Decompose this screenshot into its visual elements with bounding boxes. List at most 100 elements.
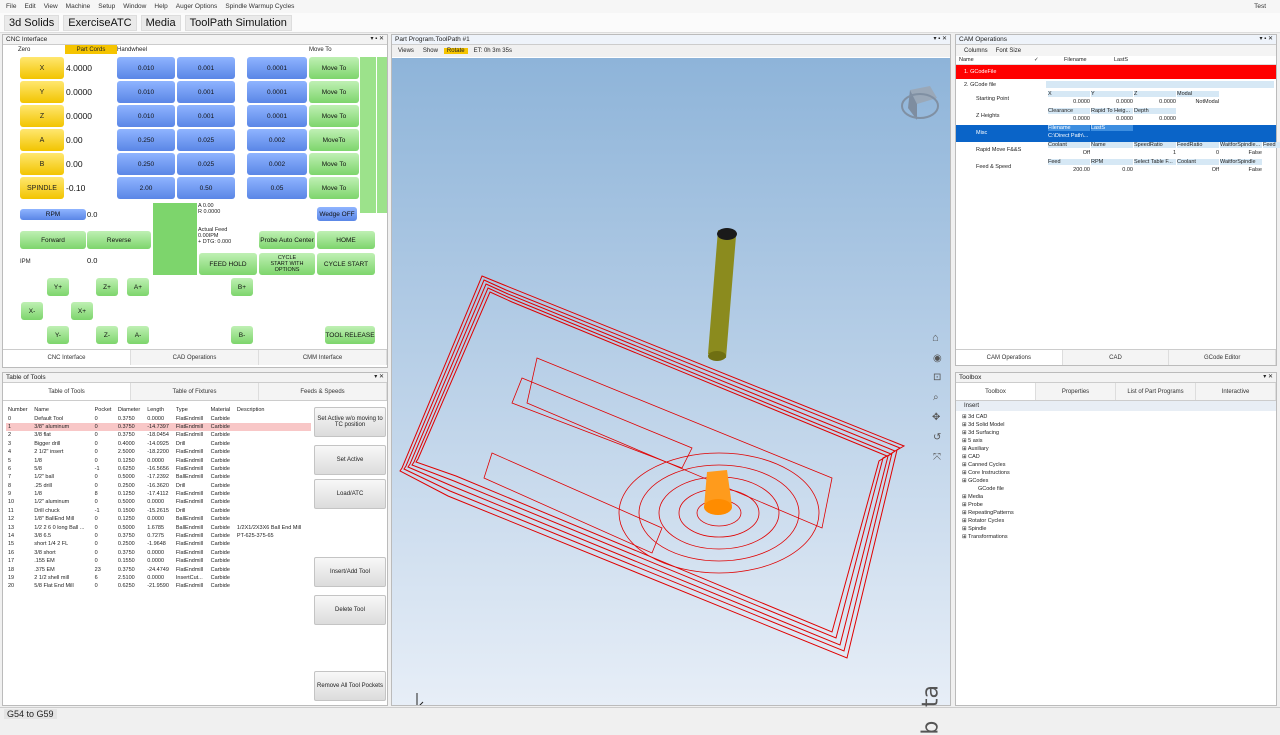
handwheel-step-button[interactable]: 0.010 — [117, 81, 175, 103]
zero-x-button[interactable]: X — [20, 57, 64, 79]
move-to-button[interactable]: Move To — [309, 81, 359, 103]
menu-help[interactable]: Help — [154, 3, 167, 10]
tab-gcode-editor[interactable]: GCode Editor — [1169, 350, 1277, 365]
jog-b-minus-button[interactable]: B- — [231, 326, 253, 344]
tab-interactive[interactable]: Interactive — [1196, 383, 1276, 400]
handwheel-step-button[interactable]: 0.0001 — [247, 105, 307, 127]
probe-auto-center-button[interactable]: Probe Auto Center — [259, 231, 315, 249]
toolbox-item[interactable]: ⊞ GCodes — [962, 477, 1276, 485]
font-size-button[interactable]: Font Size — [996, 48, 1021, 54]
toolbox-item[interactable]: GCode file — [962, 485, 1276, 493]
tool-action-button[interactable]: Set Active — [314, 445, 386, 475]
zero-y-button[interactable]: Y — [20, 81, 64, 103]
toolbox-item[interactable]: ⊞ Probe — [962, 501, 1276, 509]
tab-cam-operations[interactable]: CAM Operations — [956, 350, 1063, 365]
toolbox-item[interactable]: ⊞ 3d Surfacing — [962, 429, 1276, 437]
handwheel-step-button[interactable]: 0.001 — [177, 105, 235, 127]
jog-x-plus-button[interactable]: X+ — [71, 302, 93, 320]
spindle-override-bar[interactable] — [153, 203, 197, 275]
tool-action-button[interactable]: Delete Tool — [314, 595, 386, 625]
panel-controls-icon[interactable]: ▾ ▪ ✕ — [371, 35, 385, 44]
table-row[interactable]: 17 .155 EM 0 0.1550 0.0000 FlatEndmill Carbide — [6, 557, 311, 565]
toolbar-toolpath-simulation[interactable]: ToolPath Simulation — [184, 14, 292, 31]
table-row[interactable]: 7 1/2" ball 0 0.5000 -17.2392 BallEndmill Carb… — [6, 473, 311, 481]
cycle-start-button[interactable]: CYCLE START — [317, 253, 375, 275]
table-row[interactable]: 14 3/8 6.5 0 0.3750 0.7275 FlatEndmill Carbide… — [6, 532, 311, 540]
jog-b-plus-button[interactable]: B+ — [231, 278, 253, 296]
columns-button[interactable]: Columns — [964, 48, 988, 54]
tab-cnc-interface[interactable]: CNC Interface — [3, 350, 131, 365]
home-button[interactable]: HOME — [317, 231, 375, 249]
tab-table-of-fixtures[interactable]: Table of Fixtures — [131, 383, 259, 400]
tab-cad[interactable]: CAD — [1063, 350, 1170, 365]
panel-controls-icon[interactable]: ▾ ▪ ✕ — [934, 35, 948, 44]
table-row[interactable]: 5 1/8 0 0.1250 0.0000 FlatEndmill Carbide — [6, 456, 311, 464]
move-to-button[interactable]: MoveTo — [309, 129, 359, 151]
cycle-start-options-button[interactable]: CYCLE START WITH OPTIONS — [259, 253, 315, 275]
menu-edit[interactable]: Edit — [24, 3, 35, 10]
tab-list-of-part-programs[interactable]: List of Part Programs — [1116, 383, 1196, 400]
nav-cube-icon[interactable] — [901, 86, 939, 120]
table-row[interactable]: 1 3/8" aluminum 0 0.3750 -14.7397 FlatEndmill… — [6, 422, 311, 432]
handwheel-step-button[interactable]: 0.250 — [117, 153, 175, 175]
jog-a-minus-button[interactable]: A- — [127, 326, 149, 344]
table-row[interactable]: 20 5/8 Flat End Mill 0 0.6250 -21.9590 FlatEn… — [6, 582, 311, 590]
jog-z-plus-button[interactable]: Z+ — [96, 278, 118, 296]
handwheel-step-button[interactable]: 0.250 — [117, 129, 175, 151]
table-row[interactable]: 3 Bigger drill 0 0.4000 -14.0925 Drill Carbide — [6, 440, 311, 448]
toolbox-item[interactable]: ⊞ CAD — [962, 453, 1276, 461]
table-row[interactable]: 13 1/2 2 6 0 long Ball ... 0 0.5000 1.6785 Ba… — [6, 523, 311, 531]
rotate-button[interactable]: Rotate — [443, 48, 468, 54]
part-cords-tab[interactable]: Part Cords — [65, 45, 117, 54]
move-to-button[interactable]: Move To — [309, 105, 359, 127]
tab-feeds-speeds[interactable]: Feeds & Speeds — [259, 383, 387, 400]
menu-auger-options[interactable]: Auger Options — [176, 3, 218, 10]
toolbox-item[interactable]: ⊞ Rotator Cycles — [962, 517, 1276, 525]
tab-toolbox[interactable]: Toolbox — [956, 383, 1036, 400]
zero-spindle-button[interactable]: SPINDLE — [20, 177, 64, 199]
cam-item-1[interactable]: 1. GCodeFile — [956, 65, 1276, 79]
menu-machine[interactable]: Machine — [66, 3, 91, 10]
handwheel-step-button[interactable]: 0.025 — [177, 153, 235, 175]
menu-window[interactable]: Window — [123, 3, 146, 10]
menu-spindle-warmup[interactable]: Spindle Warmup Cycles — [225, 3, 294, 10]
move-to-button[interactable]: Move To — [309, 177, 359, 199]
viewport[interactable]: ⌂ ◉ ⊡ ⌕ ✥ ↺ ⤧ beta — [392, 58, 950, 735]
cam-row[interactable]: Z Heights Clearance Rapid To Heig... Depth 0… — [956, 108, 1276, 125]
menu-file[interactable]: File — [6, 3, 16, 10]
tool-action-button[interactable]: Load/ATC — [314, 479, 386, 509]
tab-cmm-interface[interactable]: CMM Interface — [259, 350, 387, 365]
toolbox-item[interactable]: ⊞ Spindle — [962, 525, 1276, 533]
cam-row[interactable]: Rapid Move F&&S Coolant Name SpeedRatio Feed… — [956, 142, 1280, 159]
toolbox-item[interactable]: ⊞ Canned Cycles — [962, 461, 1276, 469]
tools-col-header[interactable]: Description — [235, 406, 311, 414]
table-row[interactable]: 9 1/8 8 0.1250 -17.4112 FlatEndmill Carbide — [6, 490, 311, 498]
tools-col-header[interactable]: Pocket — [93, 406, 116, 414]
tool-action-button[interactable]: Insert/Add Tool — [314, 557, 386, 587]
tools-col-header[interactable]: Material — [209, 406, 235, 414]
table-row[interactable]: 10 1/2" aluminum 0 0.5000 0.0000 FlatEndmill C… — [6, 498, 311, 506]
handwheel-step-button[interactable]: 0.010 — [117, 105, 175, 127]
tools-col-header[interactable]: Number — [6, 406, 32, 414]
toolbar-media[interactable]: Media — [140, 14, 181, 31]
toolbox-item[interactable]: ⊞ RepeatingPatterns — [962, 509, 1276, 517]
jog-a-plus-button[interactable]: A+ — [127, 278, 149, 296]
forward-button[interactable]: Forward — [20, 231, 86, 249]
jog-x-minus-button[interactable]: X- — [21, 302, 43, 320]
feed-hold-button[interactable]: FEED HOLD — [199, 253, 257, 275]
tools-col-header[interactable]: Length — [145, 406, 174, 414]
menu-test[interactable]: Test — [1254, 3, 1266, 10]
tab-cad-operations[interactable]: CAD Operations — [131, 350, 259, 365]
cam-row[interactable]: Starting Point X Y Z Modal 0.0000 0.0000 0.0000… — [956, 91, 1276, 108]
tools-col-header[interactable]: Type — [174, 406, 209, 414]
handwheel-step-button[interactable]: 0.0001 — [247, 57, 307, 79]
tool-action-button[interactable]: Remove All Tool Pockets — [314, 671, 386, 701]
toolbox-item[interactable]: ⊞ 5 axis — [962, 437, 1276, 445]
table-row[interactable]: 0 Default Tool 0 0.3750 0.0000 FlatEndmill Car… — [6, 414, 311, 422]
views-button[interactable]: Views — [398, 48, 414, 54]
handwheel-step-button[interactable]: 2.00 — [117, 177, 175, 199]
cam-row[interactable]: Misc Filename LastS C:\Direct Path\... — [956, 125, 1276, 142]
zero-strip[interactable] — [377, 57, 387, 213]
panel-controls-icon[interactable]: ▾ ✕ — [374, 373, 384, 382]
panel-controls-icon[interactable]: ▾ ✕ — [1263, 373, 1273, 382]
